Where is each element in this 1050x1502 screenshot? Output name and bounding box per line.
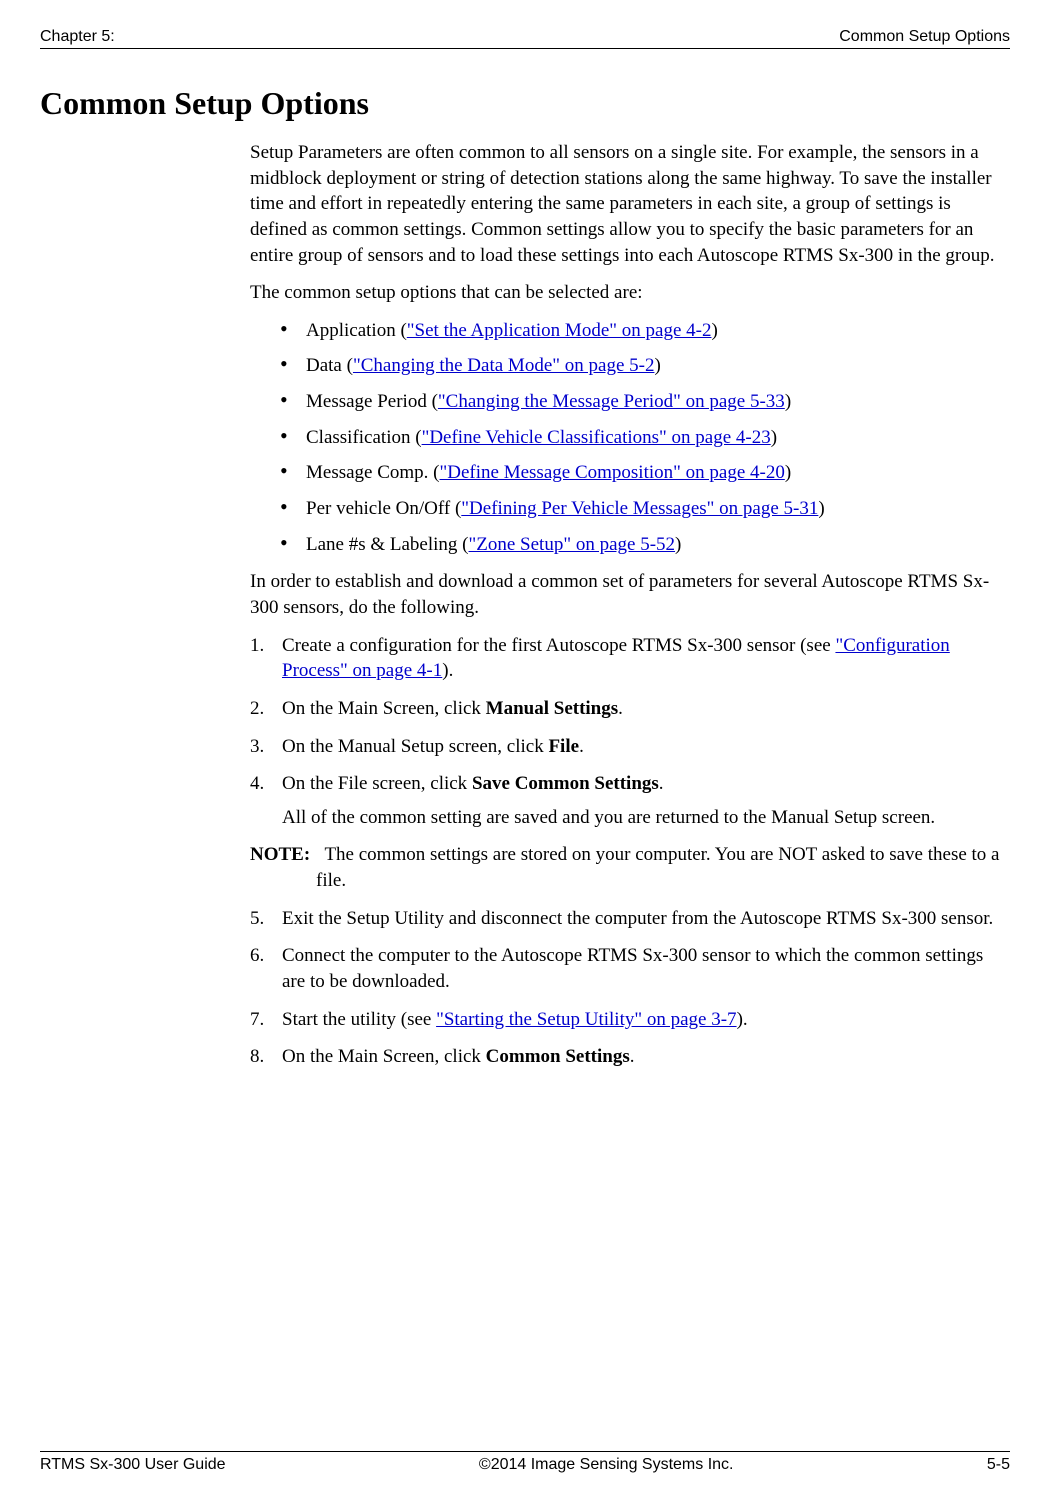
procedure-list-cont: 5. Exit the Setup Utility and disconnect… bbox=[250, 906, 1000, 1070]
step-1: 1. Create a configuration for the first … bbox=[250, 633, 1000, 684]
section-title: Common Setup Options bbox=[40, 85, 1010, 122]
step-8: 8. On the Main Screen, click Common Sett… bbox=[250, 1044, 1000, 1070]
list-item: Per vehicle On/Off ("Defining Per Vehicl… bbox=[280, 496, 1000, 522]
step-6: 6. Connect the computer to the Autoscope… bbox=[250, 943, 1000, 994]
cross-ref-link[interactable]: "Changing the Message Period" on page 5-… bbox=[438, 391, 785, 412]
list-item: Lane #s & Labeling ("Zone Setup" on page… bbox=[280, 532, 1000, 558]
list-item: Message Comp. ("Define Message Compositi… bbox=[280, 460, 1000, 486]
procedure-list: 1. Create a configuration for the first … bbox=[250, 633, 1000, 831]
footer-center: ©2014 Image Sensing Systems Inc. bbox=[479, 1456, 734, 1474]
note-block: NOTE: The common settings are stored on … bbox=[250, 842, 1000, 893]
note-label: NOTE: bbox=[250, 844, 310, 865]
step-4-sub: All of the common setting are saved and … bbox=[282, 805, 1000, 831]
page-footer: RTMS Sx-300 User Guide ©2014 Image Sensi… bbox=[40, 1451, 1010, 1474]
cross-ref-link[interactable]: "Zone Setup" on page 5-52 bbox=[469, 534, 676, 555]
step-5: 5. Exit the Setup Utility and disconnect… bbox=[250, 906, 1000, 932]
cross-ref-link[interactable]: "Define Message Composition" on page 4-2… bbox=[440, 462, 785, 483]
intro-paragraph-2: The common setup options that can be sel… bbox=[250, 280, 1000, 306]
cross-ref-link[interactable]: "Set the Application Mode" on page 4-2 bbox=[407, 320, 712, 341]
cross-ref-link[interactable]: "Defining Per Vehicle Messages" on page … bbox=[461, 498, 818, 519]
content-body: Setup Parameters are often common to all… bbox=[250, 140, 1000, 1451]
step-2: 2. On the Main Screen, click Manual Sett… bbox=[250, 696, 1000, 722]
step-4: 4. On the File screen, click Save Common… bbox=[250, 771, 1000, 830]
list-item: Application ("Set the Application Mode" … bbox=[280, 318, 1000, 344]
cross-ref-link[interactable]: "Starting the Setup Utility" on page 3-7 bbox=[436, 1009, 736, 1030]
header-section: Common Setup Options bbox=[839, 28, 1010, 46]
step-7: 7. Start the utility (see "Starting the … bbox=[250, 1007, 1000, 1033]
footer-right: 5-5 bbox=[987, 1456, 1010, 1474]
list-item: Message Period ("Changing the Message Pe… bbox=[280, 389, 1000, 415]
page-header: Chapter 5: Common Setup Options bbox=[40, 28, 1010, 49]
note-text: The common settings are stored on your c… bbox=[316, 844, 1000, 891]
cross-ref-link[interactable]: "Define Vehicle Classifications" on page… bbox=[422, 427, 771, 448]
list-item: Data ("Changing the Data Mode" on page 5… bbox=[280, 353, 1000, 379]
step-3: 3. On the Manual Setup screen, click Fil… bbox=[250, 734, 1000, 760]
cross-ref-link[interactable]: "Changing the Data Mode" on page 5-2 bbox=[353, 355, 655, 376]
options-list: Application ("Set the Application Mode" … bbox=[250, 318, 1000, 557]
footer-left: RTMS Sx-300 User Guide bbox=[40, 1456, 226, 1474]
list-item: Classification ("Define Vehicle Classifi… bbox=[280, 425, 1000, 451]
intro-paragraph-1: Setup Parameters are often common to all… bbox=[250, 140, 1000, 268]
procedure-intro: In order to establish and download a com… bbox=[250, 569, 1000, 620]
header-chapter: Chapter 5: bbox=[40, 28, 115, 46]
